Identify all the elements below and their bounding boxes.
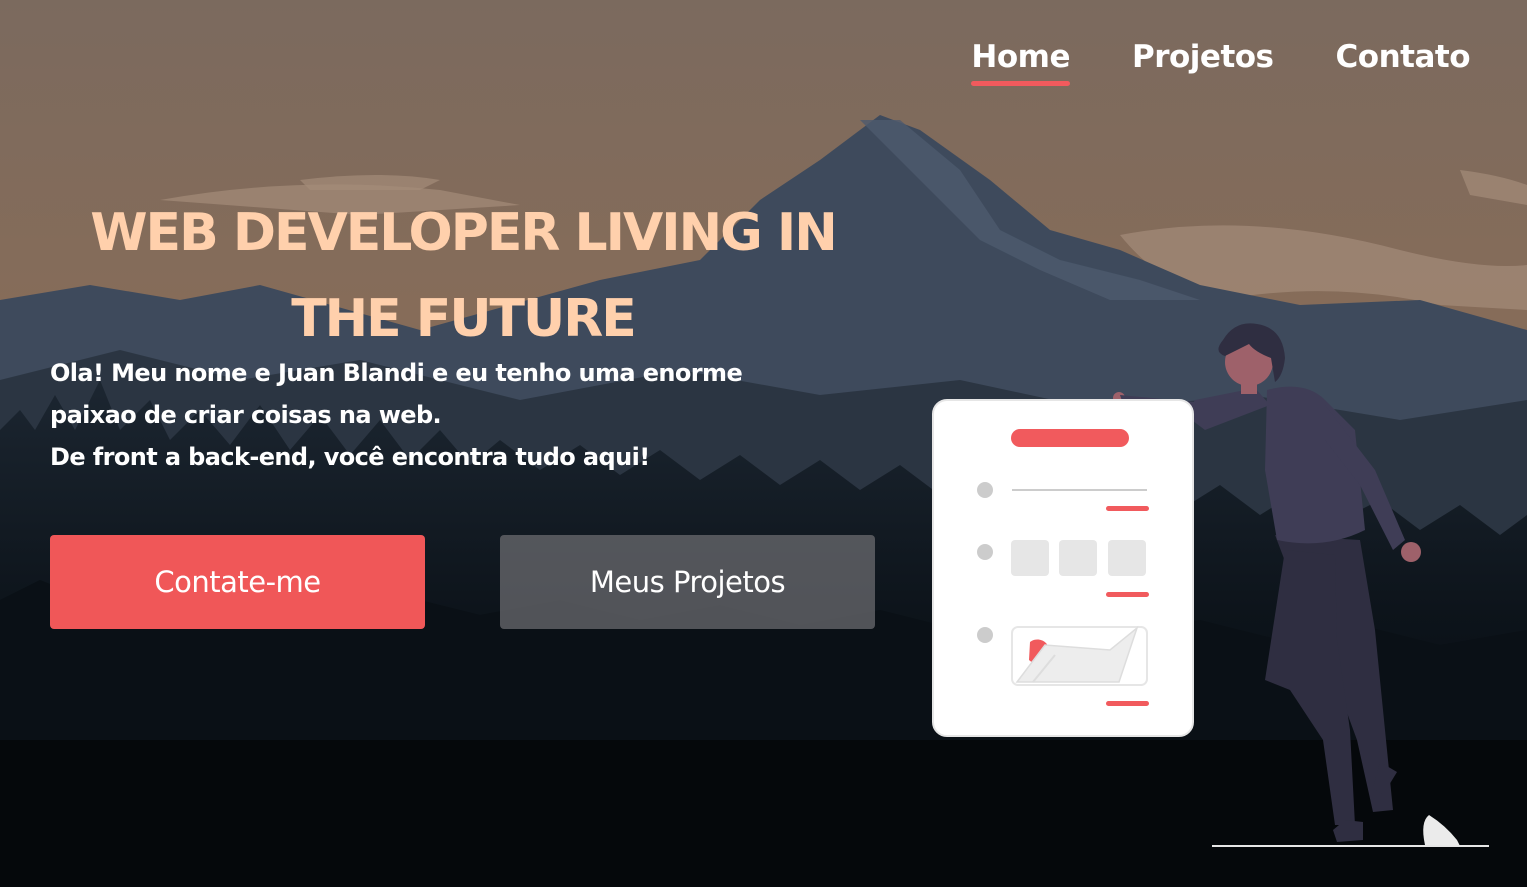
page: Home Projetos Contato WEB DEVELOPER LIVI… [0, 0, 1527, 887]
hero-intro-line-1: Ola! Meu nome e Juan Blandi e eu tenho u… [50, 359, 743, 387]
hero-title: WEB DEVELOPER LIVING IN THE FUTURE [50, 190, 876, 362]
hero-intro-line-2: paixao de criar coisas na web. [50, 401, 442, 429]
hero-intro: Ola! Meu nome e Juan Blandi e eu tenho u… [50, 352, 840, 478]
nav-item-home[interactable]: Home [971, 36, 1070, 86]
contact-me-button[interactable]: Contate-me [50, 535, 425, 629]
nav-item-projetos[interactable]: Projetos [1132, 36, 1274, 78]
hero-title-line-1: WEB DEVELOPER LIVING IN [90, 203, 838, 263]
plant-icon [1423, 815, 1460, 846]
website-card-icon [932, 399, 1194, 737]
nav-item-contato[interactable]: Contato [1336, 36, 1471, 78]
hero-intro-line-3: De front a back-end, você encontra tudo … [50, 443, 650, 471]
main-nav: Home Projetos Contato [971, 36, 1471, 86]
hero-title-line-2: THE FUTURE [291, 289, 637, 349]
person-with-website-card-illustration [932, 323, 1489, 847]
my-projects-button[interactable]: Meus Projetos [500, 535, 875, 629]
